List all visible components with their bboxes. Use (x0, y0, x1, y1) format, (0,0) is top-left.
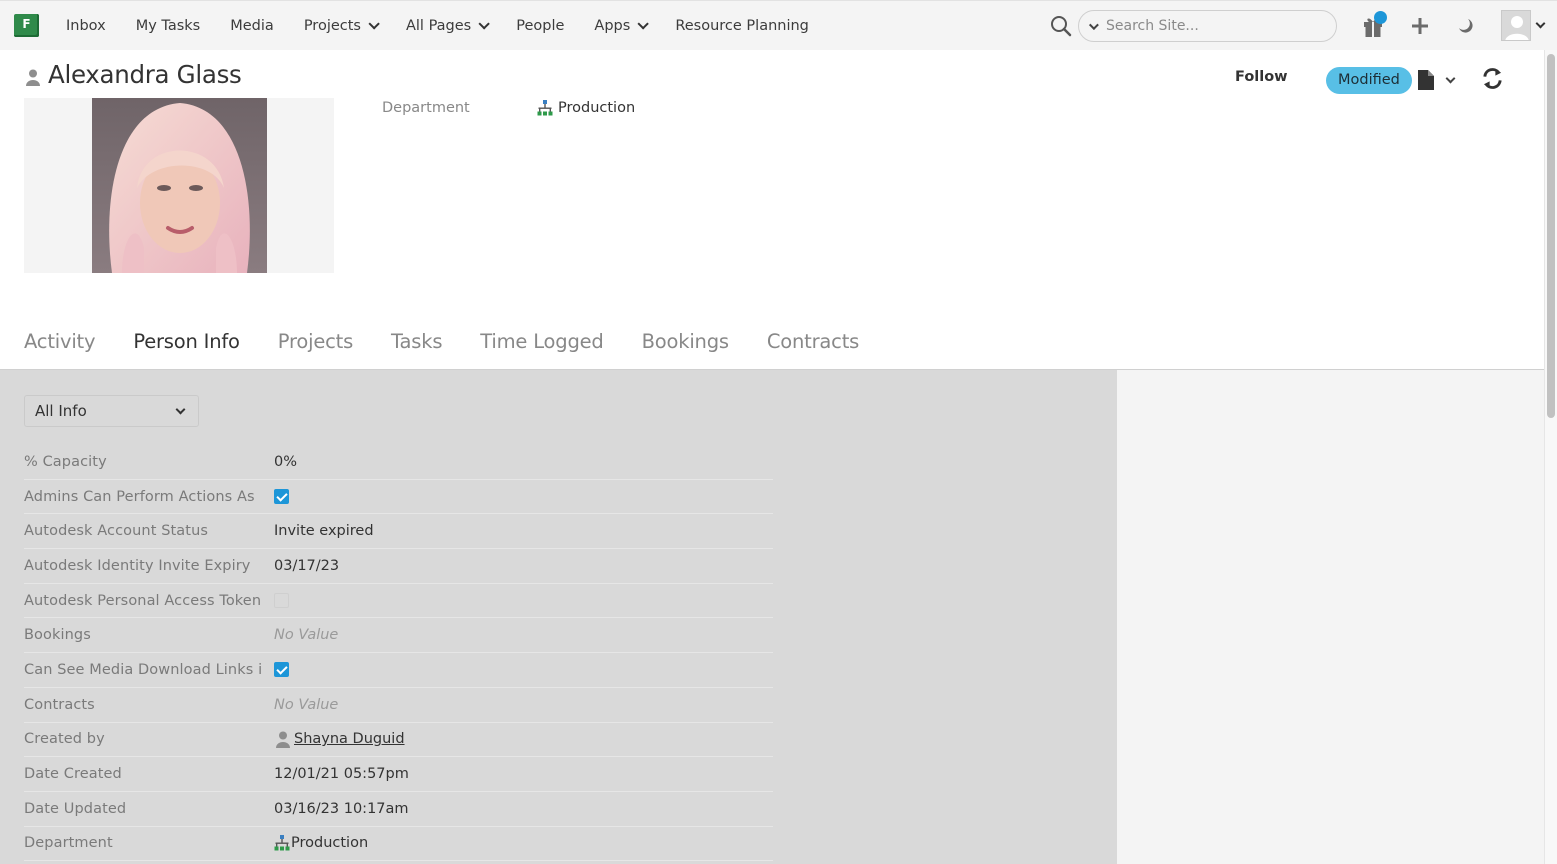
chevron-down-icon (478, 18, 491, 30)
tab-contracts[interactable]: Contracts (767, 330, 859, 353)
notification-badge (1374, 11, 1387, 24)
created-by-user-link[interactable]: Shayna Duguid (294, 731, 405, 747)
user-silhouette-icon (1505, 16, 1529, 40)
nav-item-label: Inbox (66, 18, 106, 34)
app-logo[interactable]: F (14, 14, 39, 37)
field-row-capacity: % Capacity 0% (24, 445, 773, 480)
field-label: Autodesk Identity Invite Expiry (24, 557, 251, 574)
field-value[interactable]: 0% (274, 454, 297, 470)
nav-item-label: All Pages (405, 18, 472, 34)
field-value-empty[interactable]: No Value (274, 627, 338, 643)
field-label: Bookings (24, 627, 91, 644)
department-field-value[interactable]: Production (274, 835, 368, 851)
chevron-down-icon (368, 18, 380, 30)
page-title: Alexandra Glass (48, 60, 242, 89)
field-row-created-by: Created by Shayna Duguid (24, 723, 773, 758)
field-row-bookings: Bookings No Value (24, 618, 773, 654)
main-nav: Inbox My Tasks Media Projects All Pages … (66, 1, 839, 51)
tab-bar: Activity Person Info Projects Tasks Time… (24, 330, 897, 353)
info-filter-selected: All Info (35, 402, 87, 420)
field-row-can-see-media-download-links: Can See Media Download Links i (24, 653, 773, 688)
chevron-down-icon (175, 404, 186, 415)
tab-bookings[interactable]: Bookings (642, 330, 729, 353)
top-nav-bar: F Inbox My Tasks Media Projects All Page… (0, 0, 1557, 50)
field-row-date-created: Date Created 12/01/21 05:57pm (24, 757, 773, 792)
field-label: Autodesk Personal Access Token (24, 592, 262, 609)
nav-item-label: Resource Planning (675, 18, 809, 34)
field-row-admins-can-perform-actions-as: Admins Can Perform Actions As (24, 480, 773, 515)
search-field (1078, 10, 1337, 42)
tab-projects[interactable]: Projects (278, 330, 353, 353)
document-icon[interactable] (1418, 70, 1434, 90)
side-panel (1117, 369, 1544, 864)
nav-item-media[interactable]: Media (230, 18, 274, 34)
nav-item-resource-planning[interactable]: Resource Planning (675, 18, 809, 34)
person-icon (26, 69, 40, 86)
page-scrollbar-thumb[interactable] (1547, 54, 1555, 418)
chevron-down-icon (637, 18, 650, 30)
field-label: Autodesk Account Status (24, 523, 209, 540)
moon-icon[interactable] (1457, 17, 1475, 35)
field-label: Can See Media Download Links i (24, 661, 263, 678)
field-row-date-updated: Date Updated 03/16/23 10:17am (24, 792, 773, 827)
header-department-value[interactable]: Production (537, 100, 635, 116)
field-label: Date Created (24, 766, 122, 783)
department-org-icon (274, 835, 290, 851)
department-org-icon (537, 100, 553, 116)
nav-item-inbox[interactable]: Inbox (66, 18, 106, 34)
field-value-empty[interactable]: No Value (274, 697, 338, 713)
tab-person-info[interactable]: Person Info (133, 330, 240, 353)
nav-item-label: My Tasks (135, 18, 201, 34)
nav-item-people[interactable]: People (516, 18, 564, 34)
header-department-label: Department (382, 100, 470, 116)
field-label: Created by (24, 731, 105, 748)
department-name: Production (291, 835, 369, 852)
refresh-icon[interactable] (1481, 67, 1504, 90)
field-row-autodesk-personal-access-token: Autodesk Personal Access Token (24, 584, 773, 619)
tab-activity[interactable]: Activity (24, 330, 96, 353)
user-avatar-button[interactable] (1501, 10, 1531, 41)
profile-photo[interactable] (92, 98, 267, 273)
profile-photo-container (24, 98, 334, 273)
field-row-contracts: Contracts No Value (24, 688, 773, 723)
tab-tasks[interactable]: Tasks (391, 330, 442, 353)
field-value[interactable]: Invite expired (274, 523, 374, 539)
nav-item-apps[interactable]: Apps (594, 18, 650, 34)
plus-icon[interactable] (1410, 16, 1430, 36)
nav-item-label: Projects (303, 18, 361, 34)
chevron-down-icon[interactable] (1445, 73, 1456, 84)
status-badge[interactable]: Modified (1326, 67, 1412, 94)
info-filter-select[interactable]: All Info (24, 395, 199, 427)
field-label: Contracts (24, 696, 95, 713)
checkbox-unchecked[interactable] (274, 593, 289, 609)
field-value[interactable]: 03/17/23 (274, 558, 339, 574)
checkbox-checked[interactable] (274, 662, 289, 678)
field-value[interactable]: 12/01/21 05:57pm (274, 766, 409, 782)
field-row-autodesk-account-status: Autodesk Account Status Invite expired (24, 514, 773, 550)
field-row-autodesk-identity-invite-expiry: Autodesk Identity Invite Expiry 03/17/23 (24, 549, 773, 584)
field-label: Department (24, 835, 113, 852)
field-label: Admins Can Perform Actions As (24, 488, 255, 505)
field-list: % Capacity 0% Admins Can Perform Actions… (24, 445, 773, 862)
nav-item-label: Media (230, 18, 274, 34)
checkbox-checked[interactable] (274, 489, 289, 505)
search-scope-chevron-icon[interactable] (1088, 19, 1099, 30)
nav-item-all-pages[interactable]: All Pages (405, 18, 491, 34)
field-label: Date Updated (24, 800, 127, 817)
chevron-down-icon[interactable] (1535, 18, 1546, 29)
search-input[interactable] (1106, 18, 1326, 34)
nav-item-my-tasks[interactable]: My Tasks (136, 18, 201, 34)
field-row-department: Department Production (24, 827, 773, 862)
nav-item-projects[interactable]: Projects (303, 18, 380, 34)
tab-time-logged[interactable]: Time Logged (480, 330, 604, 353)
user-icon (276, 731, 290, 749)
follow-button[interactable]: Follow (1235, 69, 1288, 85)
field-value[interactable]: 03/16/23 10:17am (274, 801, 409, 817)
field-label: % Capacity (24, 453, 107, 470)
nav-item-label: People (516, 18, 565, 34)
department-name: Production (558, 100, 636, 116)
nav-item-label: Apps (594, 18, 631, 34)
search-icon[interactable] (1050, 15, 1072, 37)
profile-photo-image (92, 98, 267, 273)
